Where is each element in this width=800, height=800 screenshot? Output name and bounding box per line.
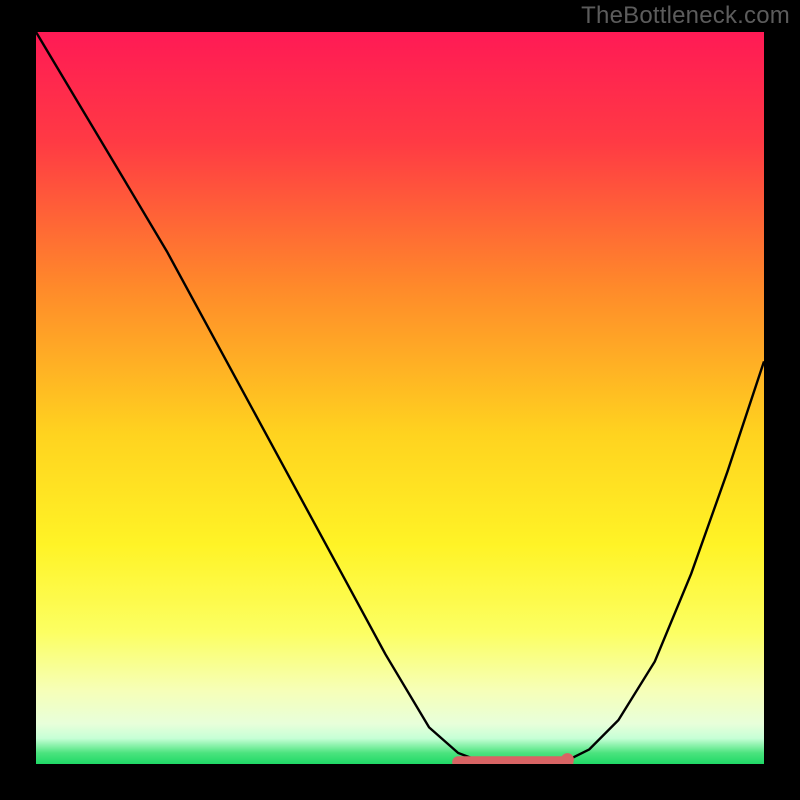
bottleneck-curve (36, 32, 764, 764)
plot-area (36, 32, 764, 764)
outer-frame: TheBottleneck.com (0, 0, 800, 800)
curve-overlay (36, 32, 764, 764)
watermark-text: TheBottleneck.com (581, 2, 790, 30)
valley-end-dot (561, 753, 574, 764)
